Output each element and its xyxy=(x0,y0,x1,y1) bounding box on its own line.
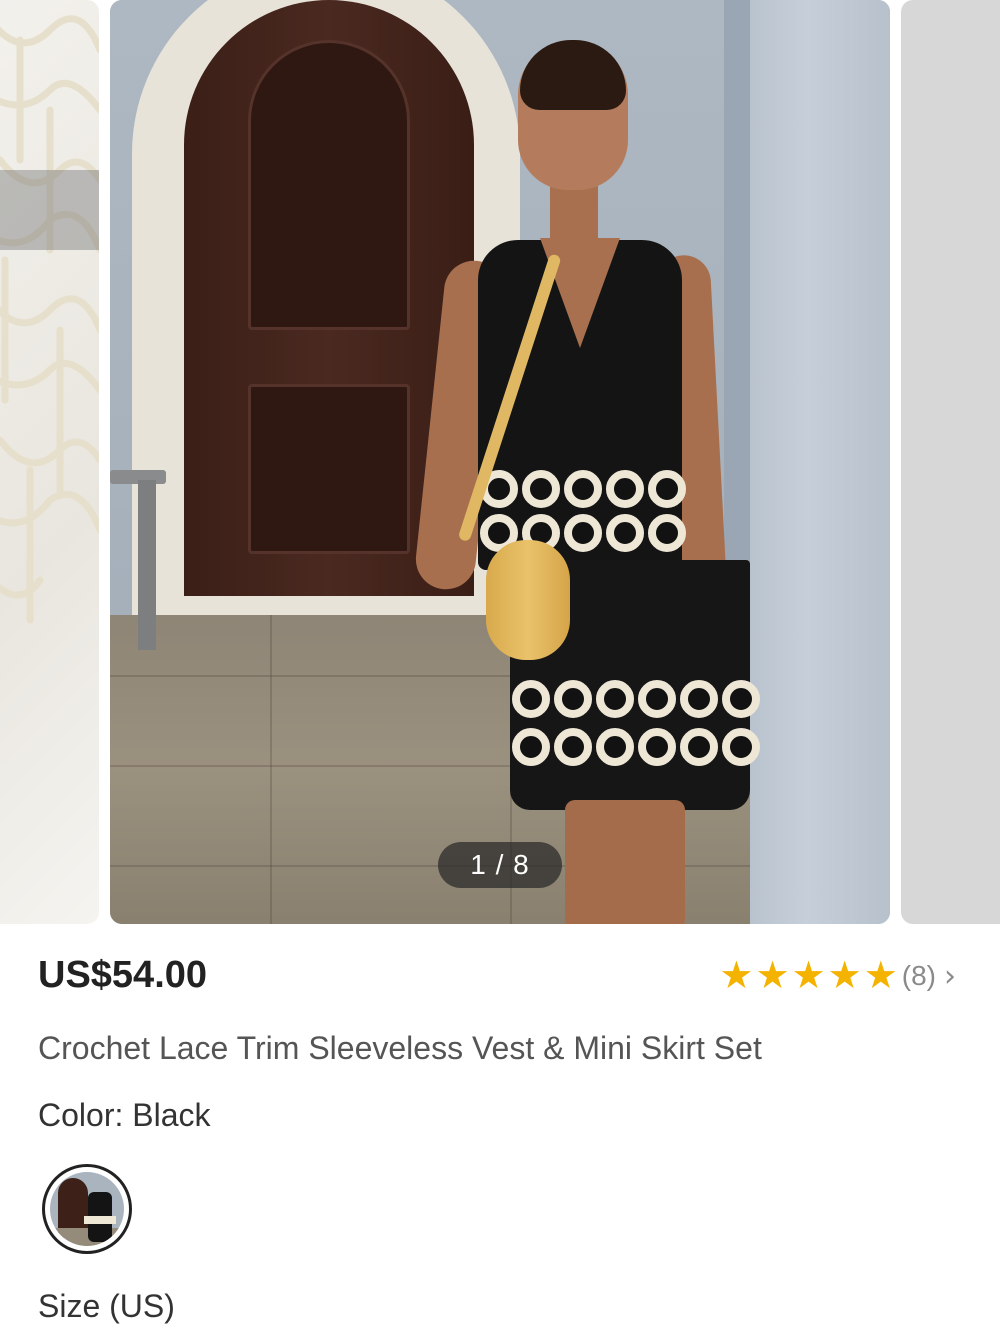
product-image-carousel[interactable]: 1 / 8 xyxy=(0,0,1000,924)
star-icon: ★ xyxy=(791,955,826,997)
macrame-fringe-illustration xyxy=(0,15,99,624)
star-rating: ★ ★ ★ ★ ★ xyxy=(719,956,897,996)
product-title: Crochet Lace Trim Sleeveless Vest & Mini… xyxy=(38,1030,762,1066)
previous-product-image[interactable] xyxy=(0,0,99,924)
size-label: Size (US) xyxy=(38,1288,175,1324)
product-price: US$54.00 xyxy=(38,954,208,996)
chevron-right-icon: › xyxy=(944,958,956,994)
image-counter: 1 / 8 xyxy=(438,842,562,888)
color-swatch-thumbnail xyxy=(50,1172,124,1246)
rating-summary[interactable]: ★ ★ ★ ★ ★ (8) › xyxy=(719,956,956,996)
photo-bench xyxy=(110,470,166,650)
color-label: Color: Black xyxy=(38,1097,211,1133)
model-handbag xyxy=(486,540,570,660)
review-count: (8) xyxy=(901,960,936,991)
star-icon: ★ xyxy=(863,955,898,997)
model-figure xyxy=(400,40,760,924)
photo-pillar xyxy=(750,0,890,924)
color-swatch-black[interactable] xyxy=(42,1164,132,1254)
next-product-image[interactable] xyxy=(901,0,1000,924)
main-product-image[interactable] xyxy=(110,0,890,924)
star-icon: ★ xyxy=(755,955,790,997)
star-icon: ★ xyxy=(827,955,862,997)
star-icon: ★ xyxy=(719,955,754,997)
